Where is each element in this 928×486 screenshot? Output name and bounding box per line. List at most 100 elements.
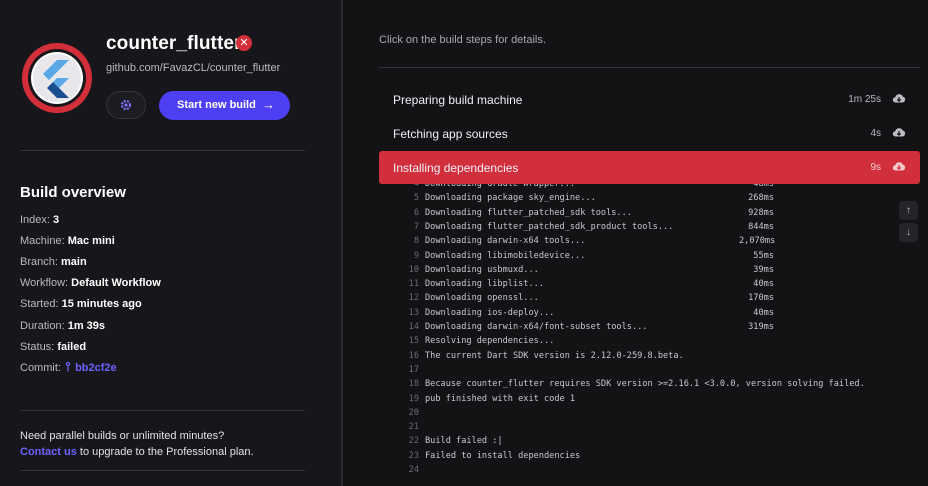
repo-link[interactable]: github.com/FavazCL/counter_flutter bbox=[106, 62, 280, 74]
download-icon[interactable] bbox=[892, 92, 906, 105]
log-line-number: 23 bbox=[408, 450, 419, 461]
overview-duration: Duration: 1m 39s bbox=[20, 320, 106, 332]
scroll-up-button[interactable]: ↑ bbox=[899, 201, 918, 220]
log-line-number: 12 bbox=[408, 293, 419, 304]
log-line-number: 22 bbox=[408, 436, 419, 447]
log-line-duration: 40ms bbox=[753, 307, 774, 318]
overview-branch: Branch: main bbox=[20, 256, 87, 268]
log-line-number: 15 bbox=[408, 336, 419, 347]
log-line-duration: 39ms bbox=[753, 264, 774, 275]
download-icon[interactable] bbox=[892, 160, 906, 173]
log-line-text: Downloading package sky_engine... bbox=[425, 193, 596, 204]
log-line-number: 16 bbox=[408, 350, 419, 361]
log-line: 14 Downloading darwin-x64/font-subset too… bbox=[379, 322, 889, 336]
step-duration: 1m 25s bbox=[848, 94, 881, 105]
build-log[interactable]: 4 Downloading Gradle Wrapper... 48ms 5 Downl… bbox=[379, 184, 889, 486]
overview-status: Status: failed bbox=[20, 341, 87, 353]
log-line: 9 Downloading libimobiledevice... 55ms bbox=[379, 251, 889, 265]
log-line: 6 Downloading flutter_patched_sdk tools..… bbox=[379, 208, 889, 222]
overview-commit: Commit: bb2cf2e bbox=[20, 361, 117, 374]
log-line-text: pub finished with exit code 1 bbox=[425, 393, 576, 404]
log-line: 22 Build failed :| bbox=[379, 436, 889, 450]
overview-machine: Machine: Mac mini bbox=[20, 235, 115, 247]
log-line-text: Downloading flutter_patched_sdk tools... bbox=[425, 207, 632, 218]
arrow-up-icon: ↑ bbox=[906, 205, 911, 216]
log-line-text: Build failed :| bbox=[425, 436, 503, 447]
log-line-text: Downloading libimobiledevice... bbox=[425, 250, 586, 261]
log-line: 18 Because counter_flutter requires SDK v… bbox=[379, 379, 889, 393]
log-line-number: 13 bbox=[408, 307, 419, 318]
log-line-number: 18 bbox=[408, 379, 419, 390]
log-line-duration: 55ms bbox=[753, 250, 774, 261]
log-line: 19 pub finished with exit code 1 bbox=[379, 394, 889, 408]
log-line-number: 17 bbox=[408, 364, 419, 375]
step-fetching-app-sources[interactable]: Fetching app sources 4s bbox=[379, 117, 920, 150]
log-line-number: 5 bbox=[413, 193, 419, 204]
branch-icon bbox=[65, 361, 71, 372]
log-line-number: 4 bbox=[413, 184, 419, 189]
log-line: 17 bbox=[379, 365, 889, 379]
step-preparing-build-machine[interactable]: Preparing build machine 1m 25s bbox=[379, 83, 920, 116]
overview-started: Started: 15 minutes ago bbox=[20, 298, 142, 310]
log-line-number: 9 bbox=[413, 250, 419, 261]
step-duration: 4s bbox=[870, 128, 881, 139]
log-line-number: 20 bbox=[408, 407, 419, 418]
log-line: 12 Downloading openssl... 170ms bbox=[379, 293, 889, 307]
scroll-down-button[interactable]: ↓ bbox=[899, 223, 918, 242]
log-line-duration: 844ms bbox=[748, 221, 774, 232]
commit-link[interactable]: bb2cf2e bbox=[75, 362, 117, 374]
contact-us-link[interactable]: Contact us bbox=[20, 446, 77, 458]
log-line-number: 10 bbox=[408, 264, 419, 275]
step-duration: 9s bbox=[870, 162, 881, 173]
step-name: Fetching app sources bbox=[393, 127, 508, 141]
build-steps-panel: Click on the build steps for details. Pr… bbox=[343, 0, 928, 486]
app-logo bbox=[22, 43, 92, 113]
log-line-number: 14 bbox=[408, 322, 419, 332]
log-line-text: Downloading libplist... bbox=[425, 279, 544, 290]
divider bbox=[20, 470, 305, 471]
log-line: 4 Downloading Gradle Wrapper... 48ms bbox=[379, 184, 889, 193]
log-line-duration: 40ms bbox=[753, 279, 774, 290]
log-line: 10 Downloading usbmuxd... 39ms bbox=[379, 265, 889, 279]
log-line: 21 bbox=[379, 422, 889, 436]
start-new-build-label: Start new build bbox=[177, 99, 256, 111]
divider bbox=[379, 67, 920, 68]
log-line-text: Downloading openssl... bbox=[425, 293, 539, 304]
step-installing-dependencies[interactable]: Installing dependencies 9s bbox=[379, 151, 920, 184]
flutter-logo-icon bbox=[43, 60, 69, 98]
log-line-number: 19 bbox=[408, 393, 419, 404]
build-overview-title: Build overview bbox=[20, 184, 126, 201]
step-name: Preparing build machine bbox=[393, 93, 523, 107]
step-name: Installing dependencies bbox=[393, 161, 519, 175]
log-line-number: 8 bbox=[413, 236, 419, 247]
log-line-text: Downloading darwin-x64 tools... bbox=[425, 236, 586, 247]
log-line-number: 6 bbox=[413, 207, 419, 218]
failed-status-icon: ✕ bbox=[236, 35, 252, 51]
log-line: 16 The current Dart SDK version is 2.12.0… bbox=[379, 351, 889, 365]
log-line: 13 Downloading ios-deploy... 40ms bbox=[379, 308, 889, 322]
log-line-number: 11 bbox=[408, 279, 419, 290]
log-line-text: Resolving dependencies... bbox=[425, 336, 555, 347]
download-icon[interactable] bbox=[892, 126, 906, 139]
log-line-duration: 319ms bbox=[748, 322, 774, 332]
promo-text: Need parallel builds or unlimited minute… bbox=[20, 430, 225, 442]
log-line-number: 24 bbox=[408, 465, 419, 475]
promo-text-rest: to upgrade to the Professional plan. bbox=[76, 446, 254, 458]
log-line-text: Downloading flutter_patched_sdk_product … bbox=[425, 221, 674, 232]
log-line-text: Downloading Gradle Wrapper... bbox=[425, 184, 576, 189]
log-line-duration: 268ms bbox=[748, 193, 774, 204]
log-line-number: 7 bbox=[413, 221, 419, 232]
log-line-text: Failed to install dependencies bbox=[425, 450, 581, 461]
log-line-duration: 928ms bbox=[748, 207, 774, 218]
build-sidebar: counter_flutter ✕ github.com/FavazCL/cou… bbox=[0, 0, 341, 486]
log-line: 11 Downloading libplist... 40ms bbox=[379, 279, 889, 293]
log-line-text: Because counter_flutter requires SDK ver… bbox=[425, 379, 865, 390]
settings-button[interactable] bbox=[106, 91, 146, 119]
log-line: 23 Failed to install dependencies bbox=[379, 451, 889, 465]
log-line-duration: 48ms bbox=[753, 184, 774, 189]
log-line: 20 bbox=[379, 408, 889, 422]
overview-workflow: Workflow: Default Workflow bbox=[20, 277, 161, 289]
start-new-build-button[interactable]: Start new build → bbox=[159, 91, 290, 120]
arrow-down-icon: ↓ bbox=[906, 227, 911, 238]
log-line: 24 bbox=[379, 465, 889, 479]
